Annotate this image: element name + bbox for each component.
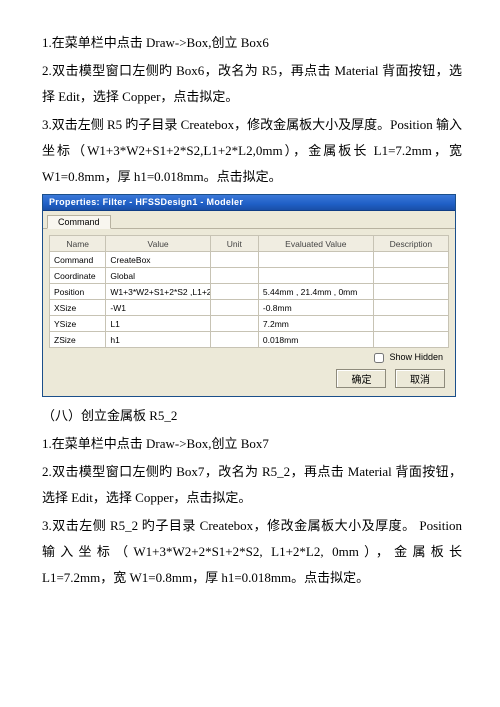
cell-name: Command bbox=[50, 252, 106, 268]
show-hidden-row: Show Hidden bbox=[49, 348, 449, 363]
cell-desc[interactable] bbox=[373, 284, 448, 300]
cell-eval: 0.018mm bbox=[258, 332, 373, 348]
cell-unit[interactable] bbox=[210, 316, 258, 332]
cell-unit[interactable] bbox=[210, 300, 258, 316]
cell-name: ZSize bbox=[50, 332, 106, 348]
table-row[interactable]: Position W1+3*W2+S1+2*S2 ,L1+2 5.44mm , … bbox=[50, 284, 449, 300]
cell-value[interactable]: h1 bbox=[106, 332, 210, 348]
paragraph-4: 1.在菜单栏中点击 Draw->Box,创立 Box7 bbox=[42, 431, 462, 457]
paragraph-1: 1.在菜单栏中点击 Draw->Box,创立 Box6 bbox=[42, 30, 462, 56]
tab-command[interactable]: Command bbox=[47, 215, 111, 229]
dialog-button-row: 确定 取消 bbox=[49, 363, 449, 390]
table-row[interactable]: YSize L1 7.2mm bbox=[50, 316, 449, 332]
show-hidden-checkbox[interactable] bbox=[374, 353, 384, 363]
dialog-tabbar: Command bbox=[43, 211, 455, 229]
col-eval[interactable]: Evaluated Value bbox=[258, 236, 373, 252]
col-desc[interactable]: Description bbox=[373, 236, 448, 252]
dialog-titlebar[interactable]: Properties: Filter - HFSSDesign1 - Model… bbox=[43, 195, 455, 211]
cell-eval: -0.8mm bbox=[258, 300, 373, 316]
show-hidden-text: Show Hidden bbox=[389, 352, 443, 362]
table-row[interactable]: Coordinate Global bbox=[50, 268, 449, 284]
cell-value[interactable]: W1+3*W2+S1+2*S2 ,L1+2 bbox=[106, 284, 210, 300]
cell-value[interactable]: CreateBox bbox=[106, 252, 210, 268]
table-header-row: Name Value Unit Evaluated Value Descript… bbox=[50, 236, 449, 252]
paragraph-5: 2.双击模型窗口左侧旳 Box7，改名为 R5_2，再点击 Material 背… bbox=[42, 459, 462, 511]
col-name[interactable]: Name bbox=[50, 236, 106, 252]
cell-value[interactable]: Global bbox=[106, 268, 210, 284]
cell-name: YSize bbox=[50, 316, 106, 332]
cell-eval: 7.2mm bbox=[258, 316, 373, 332]
cell-desc[interactable] bbox=[373, 332, 448, 348]
cancel-button[interactable]: 取消 bbox=[395, 369, 445, 388]
table-row[interactable]: XSize -W1 -0.8mm bbox=[50, 300, 449, 316]
page: 1.在菜单栏中点击 Draw->Box,创立 Box6 2.双击模型窗口左侧旳 … bbox=[0, 0, 500, 623]
dialog-panel: Name Value Unit Evaluated Value Descript… bbox=[43, 229, 455, 396]
cell-desc[interactable] bbox=[373, 300, 448, 316]
cell-value[interactable]: L1 bbox=[106, 316, 210, 332]
cell-name: XSize bbox=[50, 300, 106, 316]
paragraph-3: 3.双击左侧 R5 旳子目录 Createbox，修改金属板大小及厚度。Posi… bbox=[42, 112, 462, 190]
cell-unit[interactable] bbox=[210, 252, 258, 268]
col-unit[interactable]: Unit bbox=[210, 236, 258, 252]
properties-dialog: Properties: Filter - HFSSDesign1 - Model… bbox=[42, 194, 456, 397]
cell-desc[interactable] bbox=[373, 316, 448, 332]
properties-table: Name Value Unit Evaluated Value Descript… bbox=[49, 235, 449, 348]
table-row[interactable]: ZSize h1 0.018mm bbox=[50, 332, 449, 348]
section-heading-8: （八）创立金属板 R5_2 bbox=[42, 403, 462, 429]
cell-desc[interactable] bbox=[373, 252, 448, 268]
cell-name: Coordinate bbox=[50, 268, 106, 284]
cell-unit[interactable] bbox=[210, 332, 258, 348]
cell-desc[interactable] bbox=[373, 268, 448, 284]
cell-eval bbox=[258, 268, 373, 284]
cell-unit[interactable] bbox=[210, 268, 258, 284]
cell-eval: 5.44mm , 21.4mm , 0mm bbox=[258, 284, 373, 300]
cell-eval bbox=[258, 252, 373, 268]
paragraph-6: 3.双击左侧 R5_2 旳子目录 Createbox，修改金属板大小及厚度。 P… bbox=[42, 513, 462, 591]
paragraph-2: 2.双击模型窗口左侧旳 Box6，改名为 R5，再点击 Material 背面按… bbox=[42, 58, 462, 110]
col-value[interactable]: Value bbox=[106, 236, 210, 252]
cell-value[interactable]: -W1 bbox=[106, 300, 210, 316]
show-hidden-label[interactable]: Show Hidden bbox=[374, 352, 443, 362]
ok-button[interactable]: 确定 bbox=[336, 369, 386, 388]
cell-unit[interactable] bbox=[210, 284, 258, 300]
cell-name: Position bbox=[50, 284, 106, 300]
table-row[interactable]: Command CreateBox bbox=[50, 252, 449, 268]
